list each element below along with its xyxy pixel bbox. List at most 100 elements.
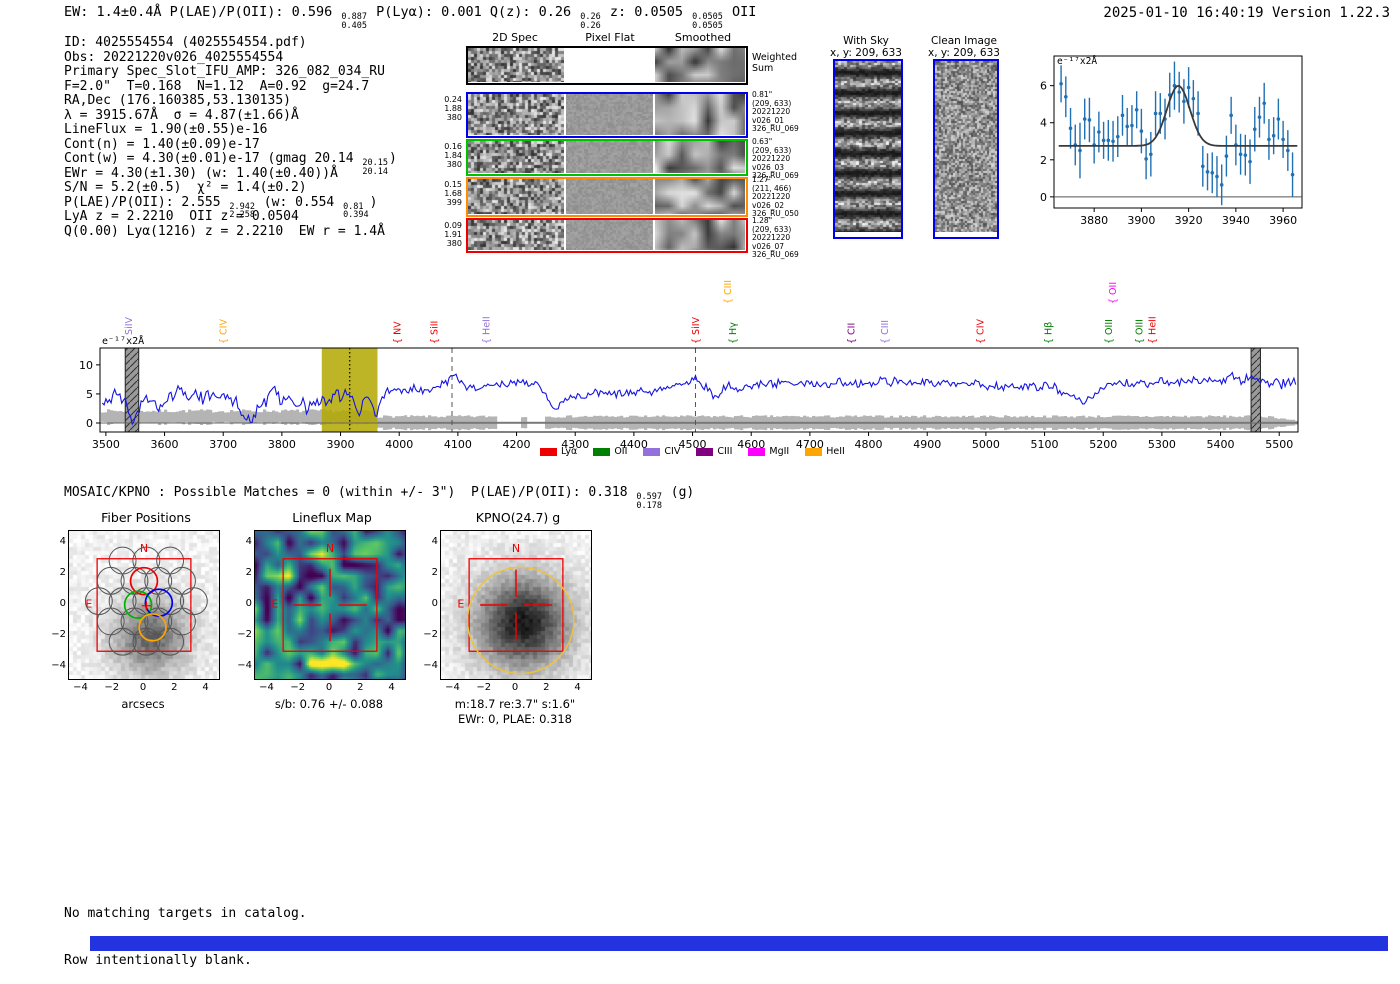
header-sub: 0.405: [341, 20, 367, 31]
info-text: Q(0.00) Lyα(1216) z = 2.2210 EW r = 1.4Å: [64, 223, 385, 239]
info-line-7: Cont(n) = 1.40(±0.09)e-17: [64, 137, 397, 153]
data-point: [1101, 138, 1106, 143]
error-band-segment: [104, 412, 108, 422]
error-band-segment: [191, 410, 195, 424]
image-canvas: [468, 48, 564, 82]
data-point: [1111, 139, 1115, 144]
data-point: [1267, 137, 1271, 142]
data-point: [1068, 126, 1073, 131]
data-point: [1149, 152, 1153, 157]
panel-lineflux-y-tick-label: −4: [237, 659, 252, 671]
legend-item-heii: HeII: [805, 446, 845, 457]
fiber-circle: [156, 546, 185, 575]
left-label-line: 0.16: [444, 142, 462, 151]
panel-kpno-y-tick-label: 0: [431, 598, 438, 609]
error-band-segment: [116, 411, 120, 424]
panel-fiber-x-tick-label: 4: [202, 682, 209, 693]
info-text: ): [389, 151, 397, 166]
zoom-y-tick-label: 0: [1040, 191, 1047, 204]
error-band-segment: [113, 410, 117, 424]
legend-label: MgII: [769, 446, 790, 457]
error-band-segment: [227, 412, 231, 423]
image-canvas: [655, 179, 745, 214]
panel-kpno-y-tick-label: −2: [423, 628, 438, 640]
info-text: (w: 0.554: [255, 194, 343, 210]
panel-kpno-y-tick-label: −4: [423, 659, 438, 671]
detection-info-block: ID: 4025554554 (4025554554.pdf) Obs: 2022…: [64, 35, 397, 239]
error-band-segment: [197, 410, 201, 425]
header-sub: 0.0505: [692, 20, 723, 31]
error-band-segment: [287, 410, 291, 424]
panel-kpno-overlay: NE: [457, 542, 575, 675]
panel-kpno-x-tick-label: −2: [476, 682, 492, 693]
legend-item-civ: CIV: [643, 446, 680, 457]
data-point: [1120, 113, 1125, 118]
data-point: [1078, 148, 1082, 153]
panel-fiber-title: Fiber Positions: [101, 510, 191, 525]
east-label: E: [271, 597, 278, 610]
main-x-tick-label: 4100: [444, 438, 472, 451]
spec2d-row-left-label-2: 0.16 1.84 380: [442, 142, 462, 169]
main-plot-unit-label: e⁻¹⁷x2Å: [100, 336, 147, 347]
panel-lineflux-x-tick-label: 2: [357, 682, 364, 693]
legend-swatch: [593, 447, 611, 456]
left-label-line: 380: [446, 113, 462, 122]
error-band-segment: [212, 412, 216, 422]
legend-swatch: [805, 447, 823, 456]
data-point: [1210, 170, 1215, 175]
info-line-8: Cont(w) = 4.30(±0.01)e-17 (gmag 20.14 20…: [64, 151, 397, 175]
data-point: [1271, 133, 1276, 138]
info-text: ID: 4025554554 (4025554554.pdf): [64, 35, 307, 50]
header-text: OII: [723, 4, 757, 20]
main-y-tick-label: 10: [79, 359, 93, 372]
panel-kpno-y-tick-label: 2: [431, 567, 438, 579]
error-band-segment: [278, 412, 282, 422]
error-band-segment: [143, 411, 147, 423]
main-x-tick-label: 3700: [209, 438, 237, 451]
data-point: [1059, 82, 1063, 86]
panel-fiber-overlay: NE: [84, 542, 208, 656]
match-fraction: 0.597 0.178: [635, 493, 663, 510]
info-text: Cont(w) = 4.30(±0.01)e-17 (gmag 20.14: [64, 151, 362, 166]
line-label-ciii: { CIII: [723, 280, 734, 304]
legend-label: HeII: [826, 446, 845, 457]
image-canvas: [566, 220, 653, 250]
info-text: RA,Dec (176.160385,53.130135): [64, 93, 291, 108]
zoom-x-tick-label: 3960: [1269, 214, 1297, 227]
east-label: E: [457, 597, 464, 610]
error-band-segment: [146, 411, 150, 423]
data-point: [1286, 148, 1290, 153]
data-point: [1082, 117, 1087, 121]
panel-lineflux-plot: NE: [254, 530, 406, 680]
line-label-hβ: { Hβ: [1044, 322, 1055, 344]
right-label-line: 326_RU_069: [752, 124, 799, 133]
panel-lineflux-xlabel: s/b: 0.76 +/- 0.088: [274, 697, 384, 711]
bottom-progress-bar: [90, 936, 1388, 951]
panel-fiber-x-tick-label: −4: [73, 682, 88, 693]
legend-item-oii: OII: [593, 446, 627, 457]
spec2d-row-left-label-4: 0.09 1.91 380: [442, 221, 462, 248]
data-point: [1252, 127, 1257, 132]
panel-lineflux-overlay: NE: [271, 542, 378, 652]
left-label-line: 1.68: [444, 189, 462, 198]
left-label-line: 0.24: [444, 95, 462, 104]
image-canvas: [468, 179, 564, 214]
panel-kpno-title: KPNO(24.7) g: [475, 510, 561, 525]
error-band-segment: [290, 409, 294, 425]
info-text: F=2.0" T=0.168 N=1.12 A=0.92 g=24.7: [64, 78, 370, 94]
data-point: [1125, 124, 1130, 129]
spec2d-row-3: [466, 177, 748, 217]
image-canvas: [468, 94, 564, 135]
data-point: [1201, 164, 1205, 169]
error-band-segment: [272, 410, 276, 424]
line-label-civ: { CIV: [219, 319, 230, 344]
panel-lineflux-title: Lineflux Map: [292, 510, 372, 525]
main-y-tick-label: 0: [86, 417, 93, 430]
spec2d-row-2: [466, 139, 748, 176]
error-band-segment: [101, 412, 105, 422]
panel-kpno-x-tick-label: 4: [574, 682, 581, 693]
data-point: [1064, 94, 1068, 99]
error-band-segment: [119, 411, 123, 424]
info-text: LyA z = 2.2210 OII z = 0.0504: [64, 209, 299, 224]
data-point: [1087, 118, 1092, 122]
